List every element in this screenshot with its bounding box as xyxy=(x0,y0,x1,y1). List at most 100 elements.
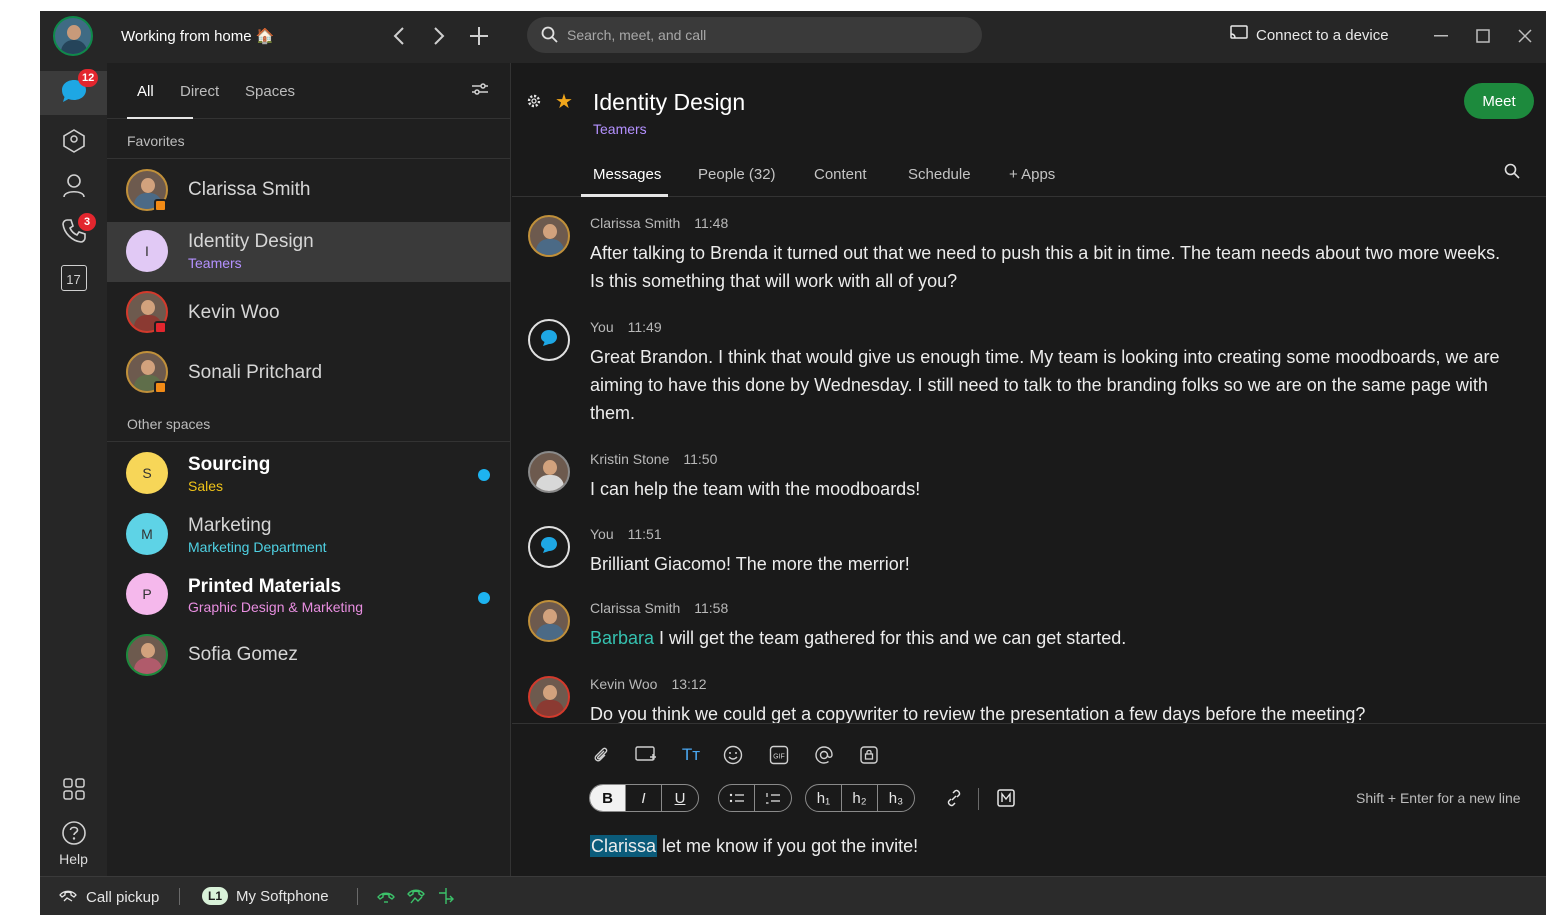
message-time: 11:58 xyxy=(694,600,729,616)
line-badge: L1 xyxy=(202,887,229,905)
help-icon xyxy=(61,820,87,851)
meet-button[interactable]: Meet xyxy=(1464,83,1534,119)
tab-schedule[interactable]: Schedule xyxy=(908,166,971,183)
list-item[interactable]: Kevin Woo xyxy=(107,283,511,343)
markdown-icon[interactable] xyxy=(993,785,1019,811)
filter-sliders-icon[interactable] xyxy=(471,81,489,102)
gear-icon[interactable] xyxy=(526,93,542,114)
style-button-group: B I U xyxy=(589,784,699,812)
back-arrow-icon[interactable] xyxy=(384,21,414,51)
rail-contacts[interactable] xyxy=(40,166,107,210)
tab-messages[interactable]: Messages xyxy=(593,166,661,183)
divider xyxy=(357,888,358,905)
tab-direct[interactable]: Direct xyxy=(180,83,219,100)
list-item[interactable]: P Printed Materials Graphic Design & Mar… xyxy=(107,565,511,625)
list-item[interactable]: Sonali Pritchard xyxy=(107,343,511,403)
draft-text: let me know if you got the invite! xyxy=(657,836,919,856)
list-item[interactable]: Clarissa Smith xyxy=(107,161,511,221)
video-status-icon xyxy=(154,199,167,212)
minimize-icon[interactable] xyxy=(1428,23,1454,49)
emoji-icon[interactable] xyxy=(720,742,746,768)
cast-icon xyxy=(1230,25,1248,45)
item-name: Sofia Gomez xyxy=(188,644,298,665)
mention-at-icon[interactable] xyxy=(811,742,837,768)
secure-lock-icon[interactable] xyxy=(856,742,882,768)
video-status-icon xyxy=(154,381,167,394)
call-park-icon[interactable] xyxy=(406,888,426,908)
list-item[interactable]: Sofia Gomez xyxy=(107,626,511,686)
rail-calling[interactable]: 3 xyxy=(40,211,107,255)
mention[interactable]: Barbara xyxy=(590,628,654,648)
message-author: You xyxy=(590,319,614,335)
list-item[interactable]: M Marketing Marketing Department xyxy=(107,505,511,565)
call-forward-icon[interactable] xyxy=(376,888,396,908)
call-transfer-icon[interactable] xyxy=(436,887,456,909)
user-status[interactable]: Working from home 🏠 xyxy=(121,27,274,45)
rail-messaging[interactable]: 12 xyxy=(40,69,107,115)
compose-input[interactable]: Clarissa let me know if you got the invi… xyxy=(590,835,919,857)
rail-calendar[interactable]: 17 xyxy=(40,256,107,300)
space-panel: ★ Identity Design Teamers Meet Messages … xyxy=(512,63,1546,876)
person-icon xyxy=(62,173,86,204)
heading3-button[interactable]: h₃ xyxy=(878,785,914,811)
list-item[interactable]: S Sourcing Sales xyxy=(107,444,511,504)
maximize-icon[interactable] xyxy=(1470,23,1496,49)
rail-apps[interactable] xyxy=(40,769,107,813)
item-subtitle: Sales xyxy=(188,478,224,494)
gif-icon[interactable]: GIF xyxy=(766,742,792,768)
search-bar[interactable] xyxy=(527,17,982,53)
webex-app-window: Working from home 🏠 Connect to a device xyxy=(40,11,1546,915)
link-icon[interactable] xyxy=(941,785,967,811)
tab-apps[interactable]: + Apps xyxy=(1009,166,1055,183)
message-time: 11:50 xyxy=(683,451,718,467)
message-author: Clarissa Smith xyxy=(590,600,681,616)
item-name: Printed Materials xyxy=(188,576,342,597)
text-format-icon[interactable]: Tт xyxy=(678,742,704,768)
underline-button[interactable]: U xyxy=(662,785,698,811)
status-bar: Call pickup L1 My Softphone xyxy=(40,876,1546,915)
message-body: I will get the team gathered for this an… xyxy=(654,628,1127,648)
favorite-star-icon[interactable]: ★ xyxy=(555,89,573,114)
search-input[interactable] xyxy=(567,17,967,53)
rail-teams[interactable] xyxy=(40,121,107,165)
tab-all[interactable]: All xyxy=(137,83,154,100)
connect-device-button[interactable]: Connect to a device xyxy=(1230,25,1389,45)
bullet-list-icon[interactable] xyxy=(719,785,755,811)
heading1-button[interactable]: h₁ xyxy=(806,785,842,811)
tab-spaces[interactable]: Spaces xyxy=(245,83,295,100)
avatar xyxy=(528,526,570,568)
space-team-link[interactable]: Teamers xyxy=(593,121,647,137)
message-meta: You 11:51 xyxy=(590,526,662,542)
tab-content[interactable]: Content xyxy=(814,166,867,183)
list-item-selected[interactable]: I Identity Design Teamers xyxy=(107,222,511,282)
bold-button[interactable]: B xyxy=(590,785,626,811)
avatar xyxy=(126,634,168,676)
heading2-button[interactable]: h₂ xyxy=(842,785,878,811)
attach-paperclip-icon[interactable] xyxy=(588,742,614,768)
share-screen-icon[interactable] xyxy=(633,742,659,768)
avatar xyxy=(528,215,570,257)
item-name: Clarissa Smith xyxy=(188,179,311,200)
close-icon[interactable] xyxy=(1512,23,1538,49)
softphone-selector[interactable]: L1 My Softphone xyxy=(202,887,329,905)
call-pickup-button[interactable]: Call pickup xyxy=(58,887,159,907)
numbered-list-icon[interactable] xyxy=(755,785,791,811)
call-pickup-icon xyxy=(58,887,78,907)
item-name: Sourcing xyxy=(188,454,271,475)
message-author: Clarissa Smith xyxy=(590,215,681,231)
italic-button[interactable]: I xyxy=(626,785,662,811)
conversation-list: All Direct Spaces Favorites Clarissa Smi… xyxy=(107,63,511,876)
space-title: Identity Design xyxy=(593,89,746,115)
item-name: Marketing xyxy=(188,515,272,536)
new-plus-icon[interactable] xyxy=(464,21,494,51)
search-icon[interactable] xyxy=(1504,163,1520,184)
forward-arrow-icon[interactable] xyxy=(424,21,454,51)
presenting-status-icon xyxy=(154,321,167,334)
message-author: Kristin Stone xyxy=(590,451,670,467)
user-avatar[interactable] xyxy=(53,16,93,56)
tab-people[interactable]: People (32) xyxy=(698,166,776,183)
search-icon xyxy=(541,26,558,48)
favorites-heading: Favorites xyxy=(127,133,185,149)
mention[interactable]: Clarissa xyxy=(590,835,658,857)
unread-indicator xyxy=(478,592,490,604)
